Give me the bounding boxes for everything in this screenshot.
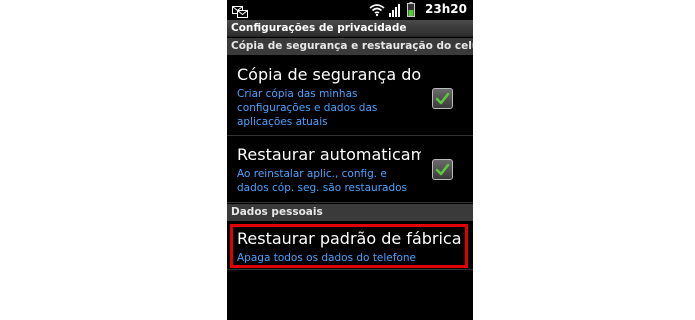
backup-setting-title: Cópia de segurança dos (237, 65, 421, 84)
backup-setting-subtitle: Criar cópia das minhas configurações e d… (237, 88, 378, 128)
backup-checkbox[interactable] (432, 88, 453, 109)
wifi-icon (369, 2, 385, 21)
signal-icon (389, 2, 403, 21)
checkmark-icon (435, 92, 450, 105)
section-header-personal-data: Dados pessoais (227, 204, 473, 221)
auto-restore-subtitle: Ao reinstalar aplic., config. e dados có… (237, 168, 408, 194)
page-title: Configurações de privacidade (227, 20, 473, 37)
battery-icon (407, 2, 415, 21)
section-header-backup: Cópia de segurança e restauração do celu… (227, 38, 473, 55)
status-bar: 23h20 (227, 0, 473, 20)
highlight-box (230, 224, 468, 268)
backup-setting-item[interactable]: Cópia de segurança dos Criar cópia das m… (227, 56, 473, 136)
checkmark-icon (435, 163, 450, 176)
auto-restore-setting-item[interactable]: Restaurar automaticame Ao reinstalar apl… (227, 137, 473, 203)
status-time: 23h20 (425, 2, 467, 16)
auto-restore-checkbox[interactable] (432, 159, 453, 180)
auto-restore-title: Restaurar automaticame (237, 145, 421, 164)
phone-screen: 23h20 Configurações de privacidade Cópia… (227, 0, 473, 320)
